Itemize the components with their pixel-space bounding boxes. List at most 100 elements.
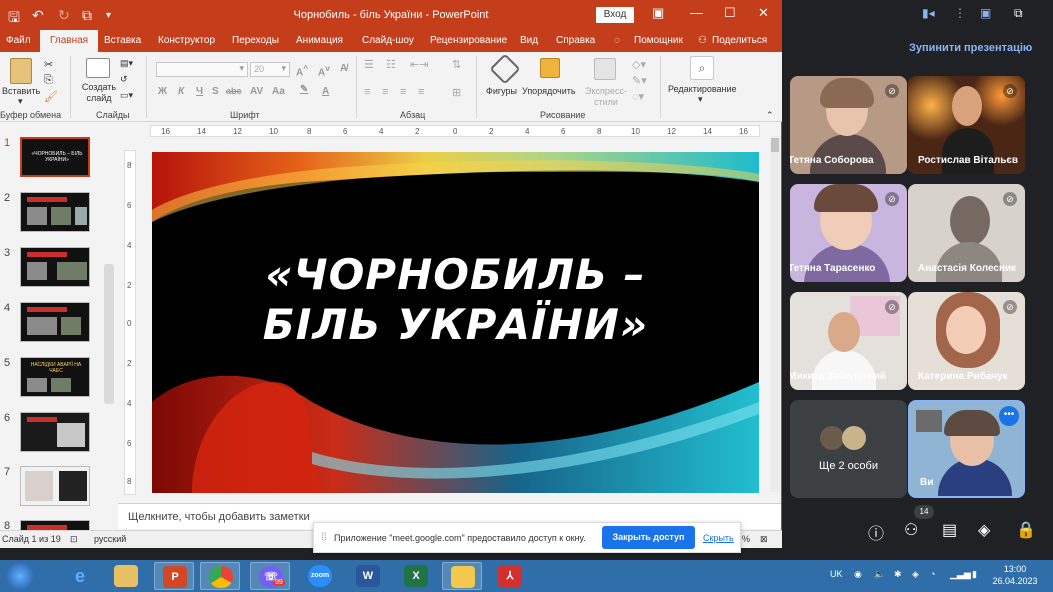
word-icon[interactable]: W [348, 562, 388, 590]
volume-icon[interactable]: 🔈 [874, 569, 885, 580]
hide-link[interactable]: Скрыть [703, 533, 734, 543]
battery-icon[interactable]: ▮ [972, 569, 977, 580]
maps-icon[interactable] [442, 562, 482, 590]
ie-icon[interactable]: e [60, 562, 100, 590]
bluetooth-icon[interactable]: ✱ [894, 569, 902, 580]
grow-font-icon[interactable]: A^ [296, 63, 308, 78]
slide-title[interactable]: «ЧОРНОБИЛЬ – БІЛЬ УКРАЇНИ» [152, 250, 759, 350]
language-indicator[interactable]: русский [94, 534, 126, 544]
new-slide-icon[interactable] [86, 58, 110, 78]
find-icon[interactable]: ⌕ [690, 56, 714, 80]
participant-tile[interactable]: ⊘ Тетяна Тарасенко [790, 184, 907, 282]
smartart-icon[interactable]: ⊞ [452, 86, 461, 99]
tab-animation[interactable]: Анимация [296, 35, 343, 46]
shapes-icon[interactable] [489, 53, 521, 85]
shadow-button[interactable]: S [212, 86, 219, 97]
participant-tile[interactable]: ⊘ Анастасія Колесник [908, 184, 1025, 282]
layout-icon[interactable]: ▤▾ [120, 58, 133, 69]
slide-thumbnail-7[interactable] [20, 466, 90, 506]
participant-tile[interactable]: ⊘ Катерина Рибачук [908, 292, 1025, 390]
highlight-icon[interactable]: ✎ [300, 84, 308, 95]
participant-tile[interactable]: ⊘ Тетяна Соборова [790, 76, 907, 174]
font-color-button[interactable]: A [322, 86, 329, 97]
outline-icon[interactable]: ✎▾ [632, 74, 647, 87]
tab-slideshow[interactable]: Слайд-шоу [362, 35, 414, 46]
slide-thumbnail-5[interactable]: НАСЛІДКИ АВАРІЇ НА ЧАЕС [20, 357, 90, 397]
powerpoint-taskbar-icon[interactable]: P [154, 562, 194, 590]
meet-tray-icon[interactable]: ◉ [854, 569, 862, 580]
italic-button[interactable]: К [178, 86, 184, 97]
shrink-font-icon[interactable]: Av [318, 63, 330, 78]
font-size-dropdown[interactable]: 20 ▾ [250, 62, 290, 77]
tab-transitions[interactable]: Переходы [232, 35, 279, 46]
slide-thumbnail-6[interactable] [20, 412, 90, 452]
quick-styles-icon[interactable] [594, 58, 616, 80]
slide-canvas[interactable]: «ЧОРНОБИЛЬ – БІЛЬ УКРАЇНИ» [152, 152, 759, 493]
zoom-percent[interactable]: % [742, 534, 750, 544]
spellcheck-icon[interactable]: ⊡ [70, 534, 78, 545]
explorer-icon[interactable] [106, 562, 146, 590]
wifi-icon[interactable]: ◔ [930, 569, 935, 579]
collapse-ribbon-icon[interactable]: ⌃ [766, 110, 774, 121]
slide-thumbnail-2[interactable] [20, 192, 90, 232]
clear-format-icon[interactable]: A̸ [340, 63, 347, 74]
paste-button[interactable]: Вставить [2, 86, 40, 96]
stop-presenting-button[interactable]: Зупинити презентацію [909, 42, 1032, 54]
zoom-icon[interactable]: zoom [300, 562, 340, 590]
paste-icon[interactable] [10, 58, 32, 84]
numbering-icon[interactable]: ☷ [386, 58, 396, 71]
people-icon[interactable]: ⚇ [904, 520, 918, 540]
arrange-button[interactable]: Упорядочить [522, 86, 576, 96]
section-icon[interactable]: ▭▾ [120, 90, 133, 101]
acrobat-icon[interactable]: ⅄ [490, 562, 530, 590]
camera-icon[interactable]: ▮◂ [922, 6, 935, 20]
fit-slide-icon[interactable]: ⊠ [760, 534, 768, 545]
viber-icon[interactable]: ☏ 99 [250, 562, 290, 590]
strike-button[interactable]: abc [226, 86, 242, 96]
signal-icon[interactable]: ▁▃▅ [950, 569, 971, 580]
participant-tile[interactable]: ⊘ Ростислав Вітальєв [908, 76, 1025, 174]
activities-icon[interactable]: ◈ [978, 520, 990, 540]
font-family-dropdown[interactable]: ▾ [156, 62, 248, 77]
chat-icon[interactable]: ▤ [942, 520, 957, 540]
drag-handle-icon[interactable]: ⁞⁞ [321, 532, 327, 543]
text-direction-icon[interactable]: ⇅ [452, 58, 461, 71]
effects-icon[interactable]: ◌▾ [632, 90, 644, 103]
align-left-icon[interactable]: ≡ [364, 86, 370, 98]
indent-icon[interactable]: ⇤⇥ [410, 58, 428, 71]
slide-thumbnail-3[interactable] [20, 247, 90, 287]
new-slide-button[interactable]: Создать слайд [80, 82, 118, 104]
thumbnails-scrollbar[interactable] [104, 264, 114, 404]
tab-file[interactable]: Файл [6, 35, 31, 46]
info-icon[interactable]: ⓘ [868, 520, 884, 544]
self-tile[interactable]: ••• Ви [908, 400, 1025, 498]
editing-button[interactable]: Редактирование [668, 84, 737, 94]
excel-icon[interactable]: X [396, 562, 436, 590]
cast-icon[interactable]: ⧉ [1014, 6, 1023, 21]
fill-icon[interactable]: ◇▾ [632, 58, 646, 71]
align-center-icon[interactable]: ≡ [382, 86, 388, 98]
copy-icon[interactable]: ⎘ [44, 74, 53, 87]
stop-sharing-button[interactable]: Закрыть доступ [602, 526, 695, 549]
bullets-icon[interactable]: ☰ [364, 58, 374, 71]
tab-review[interactable]: Рецензирование [430, 35, 507, 46]
start-button[interactable] [6, 562, 34, 590]
tell-me[interactable]: Помощник [634, 35, 683, 46]
minimize-icon[interactable]: — [690, 5, 703, 20]
tab-view[interactable]: Вид [520, 35, 538, 46]
underline-button[interactable]: Ч [196, 86, 203, 97]
quick-styles-button[interactable]: Экспресс-стили [584, 86, 628, 108]
maximize-icon[interactable]: ☐ [724, 5, 736, 21]
case-button[interactable]: Aa [272, 86, 285, 97]
others-tile[interactable]: Ще 2 особи [790, 400, 907, 498]
spacing-icon[interactable]: AV [250, 86, 263, 97]
bold-button[interactable]: Ж [158, 86, 167, 97]
share-button[interactable]: Поделиться [712, 35, 767, 46]
host-controls-icon[interactable]: 🔒 [1016, 520, 1036, 540]
participant-tile[interactable]: ⊘ Микита Заболотний [790, 292, 907, 390]
tab-help[interactable]: Справка [556, 35, 595, 46]
reset-icon[interactable]: ↺ [120, 74, 128, 85]
clock[interactable]: 13:00 26.04.2023 [990, 563, 1040, 587]
shapes-button[interactable]: Фигуры [486, 86, 517, 96]
arrange-icon[interactable] [540, 58, 560, 78]
